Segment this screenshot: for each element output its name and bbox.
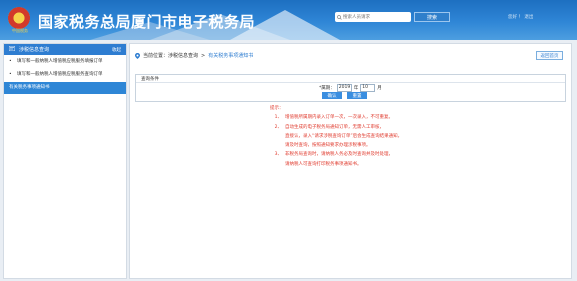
sidebar: 涉税信息查询 收起 • 填写和一般纳税人增值税应税服务填报订单 • 填写和一般纳… [3,43,127,279]
emblem-caption: 中国税务 [12,28,28,33]
tax-emblem-logo [8,7,30,29]
breadcrumb-separator: > [201,52,206,59]
tip-text: 请及时查询，按照通知要求办理涉税事项。 [285,143,371,149]
month-unit: 月 [377,86,382,91]
tip-text: 非税务局查询时，请纳税人务必及时查询并及时处理， [285,152,393,158]
sidebar-item-label: 填写和一般纳税人增值税应税服务查询订单 [17,72,103,77]
year-unit: 年 [353,86,359,91]
tip-number [270,132,282,141]
sidebar-collapse-button[interactable]: 收起 [112,47,121,53]
search-button[interactable]: 搜索 [414,12,450,22]
tip-text: 自动生成的电子税务局通知订单，无需人工审核， [285,124,384,130]
query-panel: 查询条件 *属期： 2019 年 10 月 确认 重置 [135,74,566,102]
sidebar-item-query[interactable]: • 填写和一般纳税人增值税应税服务查询订单 [4,68,126,81]
tip-line: 1、 增值税所属期内录入订单一次，一次录入，不可重复。 [270,113,402,122]
search-box [335,12,411,22]
return-home-button[interactable]: 返回首页 [536,51,563,60]
bullet-icon: • [9,72,12,77]
year-select[interactable]: 2019 [336,84,352,92]
breadcrumb-prefix: 当前位置： [143,53,169,59]
site-title: 国家税务总局厦门市电子税务局 [38,13,256,31]
period-row: *属期： 2019 年 10 月 [319,84,382,92]
tip-line: 请纳税人可查询打印税务事项通知书。 [270,160,402,169]
tip-number: 3、 [274,152,282,158]
month-select[interactable]: 10 [360,84,376,92]
tip-text: 请纳税人可查询打印税务事项通知书。 [285,161,362,167]
sidebar-item-notice[interactable]: 有关税务事项通知书 [4,82,126,94]
breadcrumb-current: 有关税务事项通知书 [208,53,254,59]
tips-block: 提示： 1、 增值税所属期内录入订单一次，一次录入，不可重复。 2、 自动生成的电子… [270,104,402,169]
sidebar-item-label: 有关税务事项通知书 [9,85,50,90]
sidebar-title: 涉税信息查询 [19,47,50,53]
tip-text: 增值税所属期内录入订单一次，一次录入，不可重复。 [285,115,393,121]
search-icon [335,14,343,20]
tip-line: 请及时查询，按照通知要求办理涉税事项。 [270,141,402,150]
tip-line: 2、 自动生成的电子税务局通知订单，无需人工审核， [270,123,402,132]
tip-text: 直接认，录入“请求涉税查询订单”后会生成查询结果通知， [285,133,403,139]
site-header: 中国税务 国家税务总局厦门市电子税务局 搜索 您好 ！ 退出 [0,0,577,40]
tips-title: 提示： [270,106,284,111]
tip-line: 3、 非税务局查询时，请纳税人务必及时查询并及时处理， [270,150,402,159]
period-label: *属期： [319,86,335,91]
reset-button[interactable]: 重置 [347,92,367,99]
divider [136,82,565,83]
sidebar-item-label: 填写和一般纳税人增值税应税服务填报订单 [17,59,103,64]
tip-line: 直接认，录入“请求涉税查询订单”后会生成查询结果通知， [270,132,402,141]
tip-number: 1、 [274,115,282,121]
tip-number [270,141,282,150]
search-input[interactable] [343,13,405,21]
main-content: 当前位置： 涉税信息查询 > 有关税务事项通知书 返回首页 查询条件 *属期： … [129,43,572,279]
menu-icon [8,45,16,53]
sidebar-item-apply[interactable]: • 填写和一般纳税人增值税应税服务填报订单 [4,55,126,68]
confirm-button[interactable]: 确认 [322,92,342,99]
sidebar-header: 涉税信息查询 收起 [4,44,126,55]
tip-number [270,160,282,169]
breadcrumb-parent[interactable]: 涉税信息查询 [168,52,198,59]
user-links[interactable]: 您好 ！ 退出 [508,14,533,20]
breadcrumb: 当前位置： 涉税信息查询 > 有关税务事项通知书 [135,52,253,59]
tip-number: 2、 [274,124,282,130]
bullet-icon: • [9,59,12,64]
location-pin-icon [135,52,140,59]
